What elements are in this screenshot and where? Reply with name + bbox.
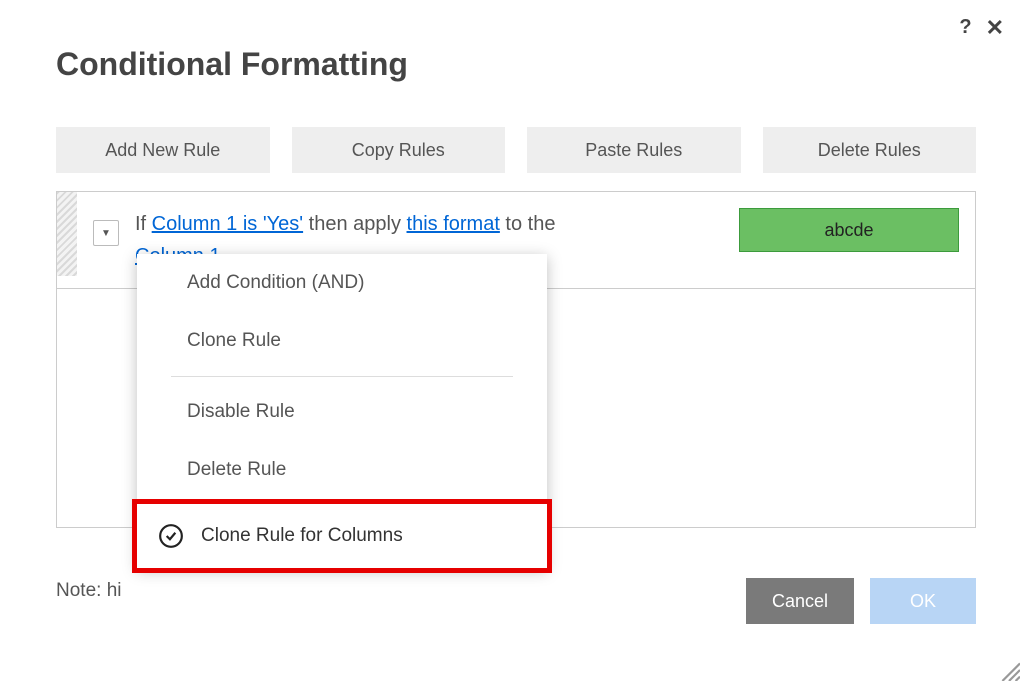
menu-disable-rule[interactable]: Disable Rule <box>137 383 547 441</box>
help-icon[interactable]: ? <box>959 16 971 39</box>
format-preview[interactable]: abcde <box>739 208 959 252</box>
ok-button[interactable]: OK <box>870 578 976 624</box>
menu-clone-columns-label: Clone Rule for Columns <box>201 525 403 547</box>
rule-menu-toggle[interactable]: ▼ <box>93 220 119 246</box>
rule-format-link[interactable]: this format <box>407 213 500 235</box>
delete-rules-button[interactable]: Delete Rules <box>763 127 977 173</box>
note-text: Note: hi <box>56 580 121 602</box>
clone-columns-icon <box>157 522 185 550</box>
paste-rules-button[interactable]: Paste Rules <box>527 127 741 173</box>
rule-condition-link[interactable]: Column 1 is 'Yes' <box>152 213 303 235</box>
rule-mid1: then apply <box>303 213 406 235</box>
cancel-button[interactable]: Cancel <box>746 578 854 624</box>
copy-rules-button[interactable]: Copy Rules <box>292 127 506 173</box>
caret-down-icon: ▼ <box>101 228 111 239</box>
close-icon[interactable]: ✕ <box>986 17 1004 39</box>
dialog-title: Conditional Formatting <box>56 46 976 83</box>
menu-add-condition[interactable]: Add Condition (AND) <box>137 254 547 312</box>
rule-mid2: to the <box>500 213 556 235</box>
drag-handle[interactable] <box>57 192 77 276</box>
toolbar: Add New Rule Copy Rules Paste Rules Dele… <box>56 127 976 173</box>
footer-buttons: Cancel OK <box>746 578 976 624</box>
menu-delete-rule[interactable]: Delete Rule <box>137 441 547 499</box>
menu-clone-rule[interactable]: Clone Rule <box>137 312 547 370</box>
menu-separator <box>171 376 513 377</box>
rule-prefix: If <box>135 213 152 235</box>
resize-grip[interactable] <box>998 659 1020 681</box>
menu-clone-rule-for-columns[interactable]: Clone Rule for Columns <box>132 499 552 573</box>
rule-context-menu: Add Condition (AND) Clone Rule Disable R… <box>137 254 547 568</box>
conditional-formatting-dialog: Conditional Formatting Add New Rule Copy… <box>56 46 976 528</box>
add-new-rule-button[interactable]: Add New Rule <box>56 127 270 173</box>
rules-container: ▼ If Column 1 is 'Yes' then apply this f… <box>56 191 976 528</box>
